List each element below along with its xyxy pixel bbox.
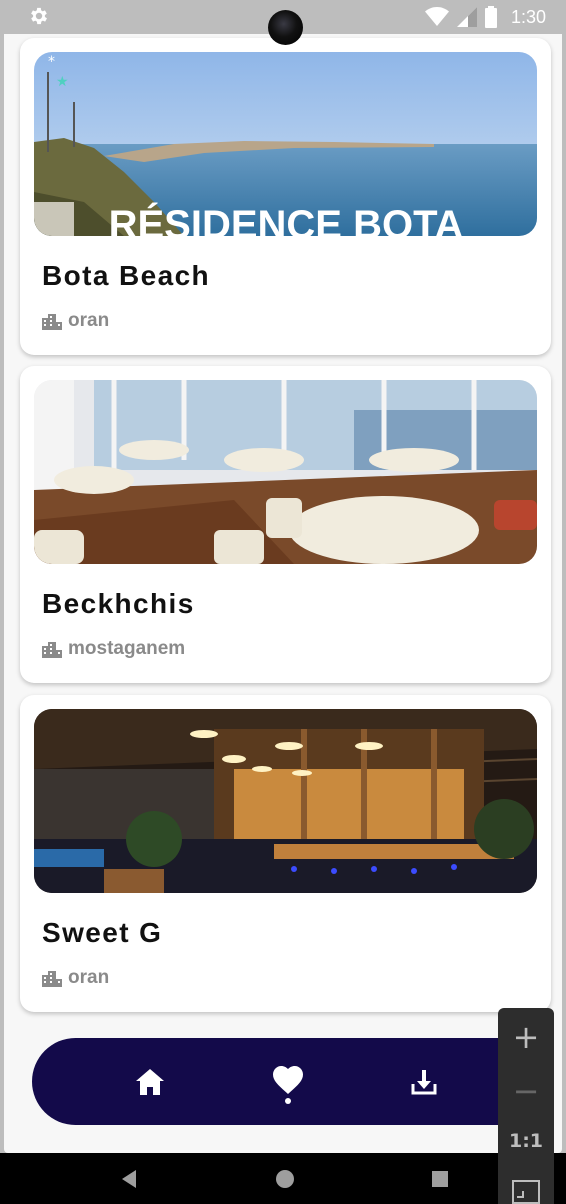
active-indicator [285, 1098, 291, 1104]
status-bar: 1:30 [0, 0, 566, 45]
place-name: Bota Beach [42, 260, 211, 291]
wifi-icon [424, 7, 449, 26]
bottom-navigation [32, 1038, 552, 1125]
zoom-out-button[interactable]: − [498, 1072, 554, 1110]
app-screen: * ★ RÉSIDENCE BOTA Bota Beach oran Beckh… [4, 34, 562, 1153]
heart-icon [273, 1066, 303, 1094]
home-circle-icon[interactable] [273, 1167, 297, 1191]
zoom-in-button[interactable]: + [498, 1018, 554, 1056]
clock: 1:30 [510, 6, 546, 27]
city-icon [42, 314, 62, 330]
place-location: mostaganem [42, 638, 185, 660]
nav-favorites[interactable] [268, 1060, 308, 1100]
recents-icon[interactable] [428, 1167, 452, 1191]
home-icon [136, 1069, 164, 1095]
place-photo: * ★ RÉSIDENCE BOTA [34, 52, 537, 236]
gear-icon [31, 7, 47, 25]
download-icon [411, 1070, 437, 1095]
location-label: mostaganem [68, 638, 186, 659]
place-card[interactable]: Beckhchis mostaganem [20, 366, 551, 683]
city-icon [42, 642, 62, 658]
place-card[interactable]: * ★ RÉSIDENCE BOTA Bota Beach oran [20, 38, 551, 355]
nav-home[interactable] [130, 1062, 170, 1102]
zoom-controls: + − 1:1 [498, 1008, 554, 1204]
zoom-reset-button[interactable]: 1:1 [498, 1130, 554, 1152]
place-photo [34, 380, 537, 564]
svg-text:*: * [48, 54, 55, 70]
svg-text:★: ★ [56, 74, 69, 90]
battery-icon [484, 6, 497, 28]
back-icon[interactable] [118, 1167, 142, 1191]
front-camera [268, 10, 303, 45]
location-label: oran [68, 310, 110, 331]
fit-screen-icon[interactable] [512, 1180, 540, 1204]
place-card[interactable]: Sweet G oran [20, 695, 551, 1012]
place-location: oran [42, 967, 109, 989]
signal-icon [456, 7, 477, 27]
nav-downloads[interactable] [404, 1062, 444, 1102]
location-label: oran [68, 967, 110, 988]
photo-overlay-text: RÉSIDENCE BOTA [109, 202, 464, 236]
system-navigation-bar [0, 1153, 566, 1204]
place-photo [34, 709, 537, 893]
city-icon [42, 971, 62, 987]
place-location: oran [42, 310, 109, 332]
place-name: Beckhchis [42, 588, 195, 619]
place-name: Sweet G [42, 917, 163, 948]
